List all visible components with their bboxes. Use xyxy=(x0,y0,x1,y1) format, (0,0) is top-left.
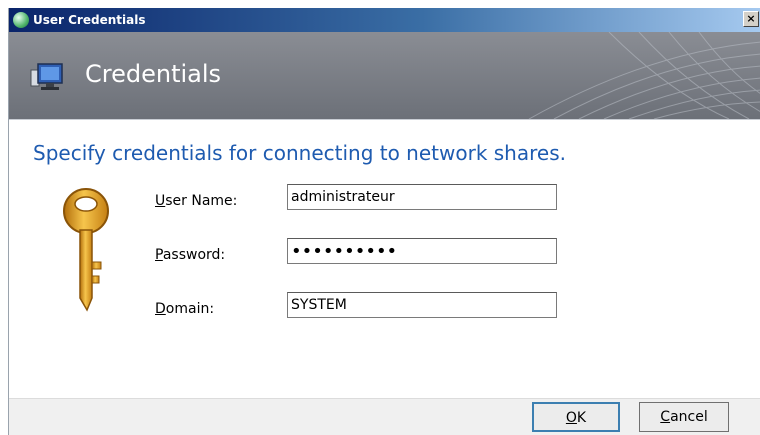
password-label-text: assword: xyxy=(162,247,226,263)
domain-label: Domain: xyxy=(155,300,214,318)
username-label: User Name: xyxy=(155,192,237,210)
cancel-button-text: ancel xyxy=(670,409,708,425)
password-label: Password: xyxy=(155,246,225,264)
title-bar[interactable]: User Credentials × xyxy=(9,8,760,32)
username-label-mnemonic: U xyxy=(155,193,166,209)
computer-monitor-icon xyxy=(30,63,63,90)
cancel-button[interactable]: Cancel xyxy=(639,402,729,432)
credentials-dialog: User Credentials × Credentials Specify c… xyxy=(8,8,760,435)
app-icon xyxy=(13,12,29,28)
ok-button[interactable]: OK xyxy=(532,402,620,432)
username-input[interactable] xyxy=(287,184,557,210)
domain-label-text: omain: xyxy=(165,301,215,317)
domain-input[interactable] xyxy=(287,292,557,318)
ok-button-mnemonic: O xyxy=(565,410,577,426)
cancel-button-mnemonic: C xyxy=(660,409,671,425)
banner-separator xyxy=(9,119,760,120)
password-label-mnemonic: P xyxy=(155,247,163,263)
close-button[interactable]: × xyxy=(743,11,759,27)
header-banner: Credentials xyxy=(9,32,760,119)
window-title: User Credentials xyxy=(33,13,146,27)
banner-title: Credentials xyxy=(85,60,222,88)
password-input[interactable] xyxy=(287,238,557,264)
username-label-text: ser Name: xyxy=(165,193,238,209)
key-icon xyxy=(63,188,109,312)
ok-button-text: K xyxy=(576,410,587,426)
domain-label-mnemonic: D xyxy=(155,301,166,317)
page-heading: Specify credentials for connecting to ne… xyxy=(33,141,566,165)
